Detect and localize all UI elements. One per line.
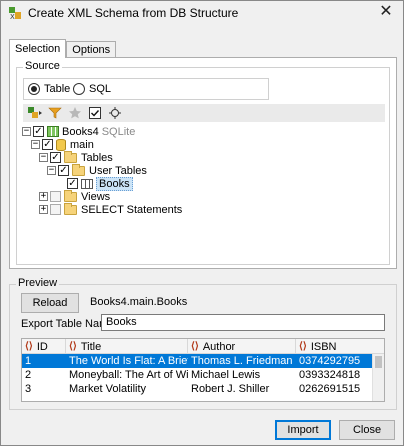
- folder-icon: [64, 202, 77, 215]
- tree-node-main[interactable]: − ✓ main: [31, 138, 94, 151]
- grid-scrollbar[interactable]: [372, 354, 384, 401]
- tree-node-select-statements[interactable]: + SELECT Statements: [39, 202, 183, 216]
- cell-isbn: 0393324818: [299, 369, 361, 381]
- tree-checkbox[interactable]: ✓: [33, 126, 44, 137]
- table-row[interactable]: 1 The World Is Flat: A Brief... Thomas L…: [22, 354, 374, 368]
- tree-node-label: SELECT Statements: [81, 203, 183, 216]
- scrollbar-thumb[interactable]: [375, 356, 382, 368]
- preview-group-label: Preview: [16, 277, 60, 289]
- expand-icon[interactable]: +: [39, 205, 48, 214]
- tree-node-user-tables[interactable]: − ✓ User Tables: [47, 163, 147, 177]
- tree-checkbox[interactable]: ✓: [67, 178, 78, 189]
- table-row[interactable]: 2 Moneyball: The Art of Wi... Michael Le…: [22, 368, 374, 382]
- tree-node-books[interactable]: ✓ Books: [67, 176, 133, 191]
- database-icon: [47, 126, 59, 137]
- folder-icon: [64, 150, 77, 163]
- cell-id: 3: [25, 383, 32, 395]
- column-header-isbn[interactable]: ⟨⟩ ISBN: [296, 339, 384, 354]
- cell-isbn: 0262691515: [299, 383, 361, 395]
- checkmark-icon[interactable]: [87, 105, 103, 121]
- tree-toolbar: [23, 104, 385, 122]
- radio-sql-dot[interactable]: [73, 83, 85, 95]
- tab-selection[interactable]: Selection: [9, 39, 67, 58]
- svg-text:X: X: [10, 13, 15, 20]
- tree-node-label: main: [70, 138, 94, 151]
- table-row[interactable]: 3 Market Volatility Robert J. Shiller 02…: [22, 382, 374, 396]
- cell-author: Michael Lewis: [191, 369, 261, 381]
- expand-icon[interactable]: +: [39, 192, 48, 201]
- cell-title: Moneyball: The Art of Wi...: [69, 369, 188, 381]
- cell-isbn: 0374292795: [299, 355, 361, 367]
- tree-node-label: User Tables: [89, 164, 147, 177]
- column-header-title[interactable]: ⟨⟩ Title: [66, 339, 188, 354]
- window-close-icon[interactable]: ✕: [379, 4, 393, 20]
- cell-author: Robert J. Shiller: [191, 383, 270, 395]
- radio-sql-label: SQL: [89, 83, 112, 95]
- radio-table-dot[interactable]: [28, 83, 40, 95]
- title-bar: X Create XML Schema from DB Structure ✕: [1, 1, 403, 25]
- close-button[interactable]: Close: [339, 420, 395, 440]
- cell-id: 2: [25, 369, 32, 381]
- add-filter-icon[interactable]: [27, 105, 43, 121]
- column-type-icon: ⟨⟩: [69, 341, 77, 352]
- column-header-id[interactable]: ⟨⟩ ID: [22, 339, 66, 354]
- folder-icon: [64, 189, 77, 202]
- tree-checkbox[interactable]: ✓: [42, 139, 53, 150]
- tree-checkbox[interactable]: ✓: [58, 165, 69, 176]
- window-title: Create XML Schema from DB Structure: [28, 6, 239, 20]
- tree-checkbox[interactable]: [50, 191, 61, 202]
- schema-icon: [56, 138, 66, 151]
- preview-grid: ⟨⟩ ID ⟨⟩ Title ⟨⟩ Author ⟨⟩ ISBN 1 The World…: [21, 338, 385, 402]
- tree-node-label: Books4: [62, 125, 99, 138]
- locate-icon[interactable]: [107, 105, 123, 121]
- tree-node-label: Views: [81, 190, 111, 203]
- table-icon: [81, 178, 93, 189]
- collapse-icon[interactable]: −: [31, 140, 40, 149]
- source-group-label: Source: [23, 60, 62, 72]
- cell-title: Market Volatility: [69, 383, 147, 395]
- column-type-icon: ⟨⟩: [25, 341, 33, 352]
- tree-node-label: Tables: [81, 151, 113, 164]
- app-icon: X: [8, 6, 22, 21]
- tree-node-views[interactable]: + Views: [39, 189, 111, 203]
- radio-table[interactable]: Table: [28, 83, 70, 95]
- import-button[interactable]: Import: [275, 420, 331, 440]
- column-header-author[interactable]: ⟨⟩ Author: [188, 339, 296, 354]
- radio-sql[interactable]: SQL: [73, 83, 111, 95]
- star-icon[interactable]: [67, 105, 83, 121]
- grid-header: ⟨⟩ ID ⟨⟩ Title ⟨⟩ Author ⟨⟩ ISBN: [22, 339, 384, 354]
- cell-id: 1: [25, 355, 32, 367]
- tab-strip: Selection Options: [9, 39, 117, 58]
- tree-checkbox[interactable]: ✓: [50, 152, 61, 163]
- preview-table-path: Books4.main.Books: [90, 296, 188, 308]
- export-name-field[interactable]: Books: [101, 314, 385, 331]
- collapse-icon[interactable]: −: [22, 127, 31, 136]
- column-type-icon: ⟨⟩: [299, 341, 307, 352]
- reload-button[interactable]: Reload: [21, 293, 79, 313]
- collapse-icon[interactable]: −: [47, 166, 56, 175]
- tree-node-type: SQLite: [101, 125, 136, 138]
- cell-author: Thomas L. Friedman: [191, 355, 293, 367]
- tree-node-tables[interactable]: − ✓ Tables: [39, 150, 113, 164]
- collapse-icon[interactable]: −: [39, 153, 48, 162]
- radio-table-label: Table: [44, 83, 71, 95]
- folder-icon: [72, 163, 85, 176]
- tab-options[interactable]: Options: [66, 41, 117, 58]
- column-type-icon: ⟨⟩: [191, 341, 199, 352]
- tree-node-label: Books: [96, 176, 133, 191]
- tree-checkbox[interactable]: [50, 204, 61, 215]
- dialog-window: X Create XML Schema from DB Structure ✕ …: [0, 0, 404, 446]
- filter-icon[interactable]: [47, 105, 63, 121]
- tree-node-books4[interactable]: − ✓ Books4 SQLite: [22, 125, 135, 138]
- cell-title: The World Is Flat: A Brief...: [69, 355, 188, 367]
